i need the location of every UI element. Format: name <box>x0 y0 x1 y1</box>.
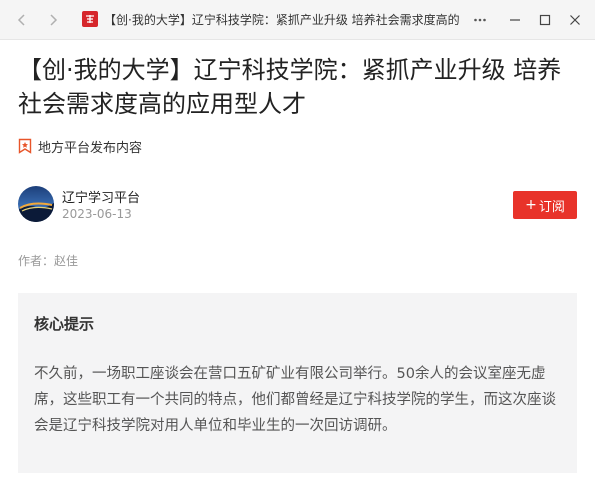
author-avatar[interactable] <box>18 186 54 222</box>
window-titlebar: 【创·我的大学】辽宁科技学院：紧抓产业升级 培养社会需求度高的 <box>0 0 595 40</box>
more-icon <box>474 18 486 22</box>
source-tag: 地方平台发布内容 <box>18 136 142 156</box>
subscribe-label: 订阅 <box>538 199 565 215</box>
minimize-button[interactable] <box>503 8 527 32</box>
site-favicon <box>82 11 98 27</box>
chevron-left-icon <box>17 14 25 26</box>
close-icon <box>570 15 580 25</box>
subscribe-button[interactable]: + 订阅 <box>513 191 577 219</box>
publish-date: 2023-06-13 <box>62 207 132 221</box>
summary-box: 核心提示 不久前，一场职工座谈会在营口五矿矿业有限公司举行。50余人的会议室座无… <box>18 293 577 473</box>
summary-title: 核心提示 <box>34 315 95 333</box>
close-button[interactable] <box>563 8 587 32</box>
plus-icon: + <box>525 197 537 213</box>
window-title: 【创·我的大学】辽宁科技学院：紧抓产业升级 培养社会需求度高的 <box>104 13 460 27</box>
chevron-right-icon <box>50 14 58 26</box>
more-button[interactable] <box>468 8 492 32</box>
summary-text: 不久前，一场职工座谈会在营口五矿矿业有限公司举行。50余人的会议室座无虚席，这些… <box>34 366 556 434</box>
badge-icon <box>18 138 32 154</box>
back-button[interactable] <box>10 8 34 32</box>
avatar-image <box>18 186 54 222</box>
maximize-icon <box>539 14 551 26</box>
author-name[interactable]: 辽宁学习平台 <box>62 187 140 206</box>
article-headline: 【创·我的大学】辽宁科技学院：紧抓产业升级 培养社会需求度高的应用型人才 <box>18 56 562 118</box>
minimize-icon <box>510 19 520 21</box>
maximize-button[interactable] <box>533 8 557 32</box>
brand-logo-icon <box>86 15 94 23</box>
article-byline: 作者：赵佳 <box>18 254 79 268</box>
forward-button[interactable] <box>41 8 65 32</box>
source-tag-label: 地方平台发布内容 <box>38 140 143 156</box>
